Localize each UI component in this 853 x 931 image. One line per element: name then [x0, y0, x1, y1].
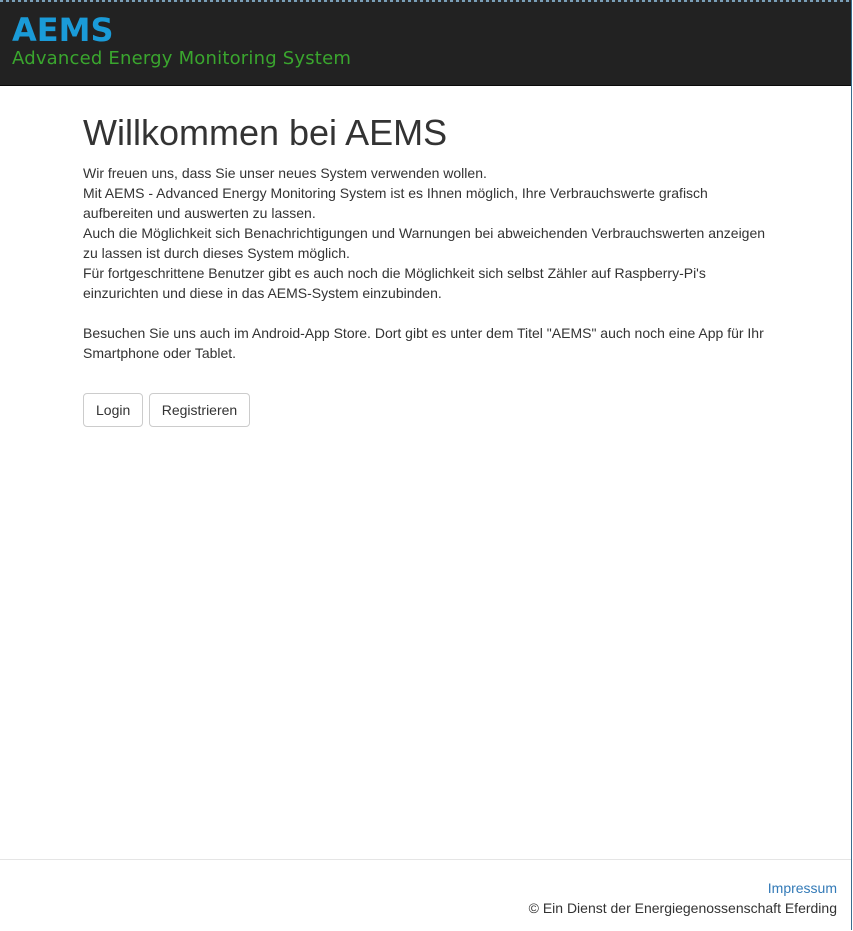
intro-line: Auch die Möglichkeit sich Benachrichtigu…: [83, 225, 766, 241]
intro-line: einzurichten und diese in das AEMS-Syste…: [83, 285, 442, 301]
navbar-top-border: [0, 0, 851, 2]
intro-line: Für fortgeschrittene Benutzer gibt es au…: [83, 265, 706, 281]
intro-line: aufbereiten und auswerten zu lassen.: [83, 205, 316, 221]
intro-text: Wir freuen uns, dass Sie unser neues Sys…: [83, 163, 773, 363]
app-store-line: Besuchen Sie uns auch im Android-App Sto…: [83, 325, 764, 341]
brand-name: AEMS: [12, 11, 114, 49]
page-title: Willkommen bei AEMS: [83, 112, 448, 153]
brand-logo-link[interactable]: AEMS Advanced Energy Monitoring System: [12, 12, 351, 70]
app-store-line: Smartphone oder Tablet.: [83, 345, 237, 361]
main-content: Willkommen bei AEMS Wir freuen uns, dass…: [83, 110, 773, 427]
intro-line: Wir freuen uns, dass Sie unser neues Sys…: [83, 165, 487, 181]
page-frame: AEMS Advanced Energy Monitoring System W…: [0, 0, 852, 930]
intro-line: zu lassen ist durch dieses System möglic…: [83, 245, 350, 261]
intro-line: Mit AEMS - Advanced Energy Monitoring Sy…: [83, 185, 708, 201]
login-button[interactable]: Login: [83, 393, 144, 427]
impressum-link[interactable]: Impressum: [768, 878, 837, 898]
copyright-text: © Ein Dienst der Energiegenossenschaft E…: [528, 900, 837, 916]
footer-content: Impressum © Ein Dienst der Energiegenoss…: [529, 878, 837, 918]
action-buttons: Login Registrieren: [83, 393, 773, 427]
brand-subtitle: Advanced Energy Monitoring System: [12, 48, 352, 69]
register-button[interactable]: Registrieren: [148, 393, 251, 427]
footer: Impressum © Ein Dienst der Energiegenoss…: [0, 859, 851, 930]
navbar: AEMS Advanced Energy Monitoring System: [0, 0, 851, 86]
